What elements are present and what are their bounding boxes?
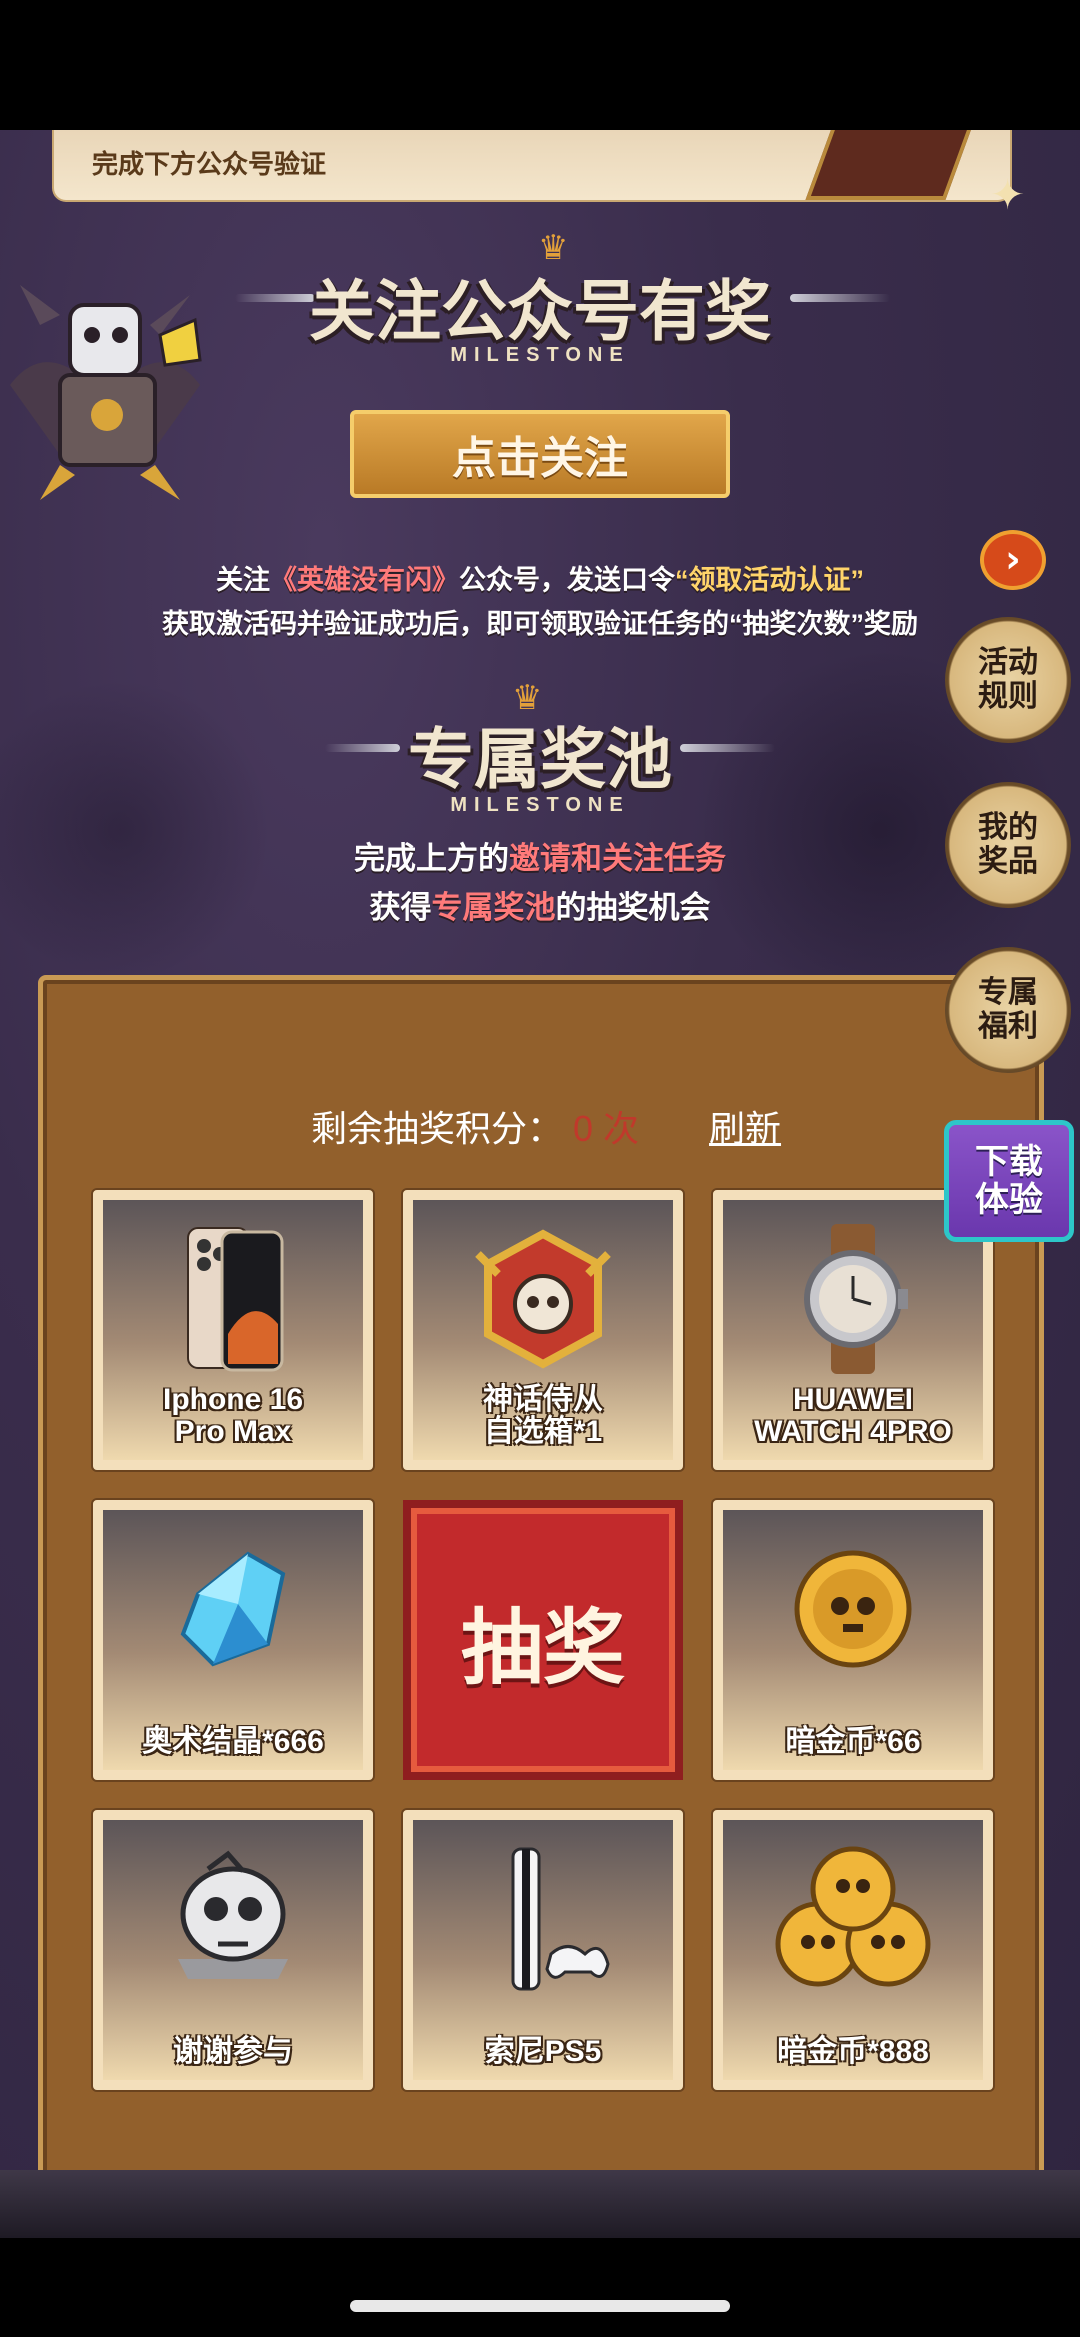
desc-text: 的抽奖机会 xyxy=(555,890,711,925)
activity-rules-button[interactable]: 活动规则 xyxy=(945,617,1071,743)
follow-section-subtitle: MILESTONE xyxy=(450,344,630,366)
exclusive-section-title: 专属奖池 xyxy=(408,722,672,796)
desc-text: 获得 xyxy=(369,890,432,925)
account-name: 《英雄没有闪》 xyxy=(270,565,459,595)
verify-corner-button[interactable] xyxy=(805,130,975,200)
my-prizes-button[interactable]: 我的奖品 xyxy=(945,782,1071,908)
exclusive-benefits-button[interactable]: 专属福利 xyxy=(945,947,1071,1073)
exclusive-desc-line1: 完成上方的邀请和关注任务 xyxy=(0,833,1080,878)
phone-icon xyxy=(187,1227,284,1372)
chest-icon xyxy=(475,1229,611,1369)
highlight-text: 专属奖池 xyxy=(431,890,556,925)
prize-label: 索尼PS5 xyxy=(484,2035,602,2068)
navigation-bar xyxy=(0,2238,1080,2337)
prize-label: 暗金币*66 xyxy=(785,1725,921,1758)
prize-label: Iphone 16 Pro Max xyxy=(162,1383,304,1448)
prize-tile-iphone: Iphone 16 Pro Max xyxy=(93,1190,373,1470)
desc-text: 公众号，发送口令 xyxy=(459,565,675,595)
exclusive-section-subtitle: MILESTONE xyxy=(450,794,630,816)
watch-icon xyxy=(804,1224,908,1374)
prize-tile-coins: 暗金币*888 xyxy=(713,1810,993,2090)
next-arrow-button[interactable]: › xyxy=(980,530,1046,590)
command-text: “领取活动认证” xyxy=(675,565,864,595)
verify-banner[interactable]: 完成下方公众号验证 xyxy=(52,130,1012,202)
prize-tile-ps5: 索尼PS5 xyxy=(403,1810,683,2090)
follow-section-title: 关注公众号有奖 xyxy=(309,274,771,348)
coin-icon xyxy=(794,1550,912,1668)
crystal-icon xyxy=(180,1551,286,1667)
prize-board: 剩余抽奖积分： 0 次 刷新 Iphone 16 Pro Max 神话侍从 自选箱… xyxy=(38,975,1044,2238)
points-label: 剩余抽奖积分： xyxy=(310,1108,563,1149)
status-bar xyxy=(0,0,1080,130)
draw-button[interactable]: 抽奖 xyxy=(403,1500,683,1780)
prize-label: HUAWEI WATCH 4PRO xyxy=(754,1383,952,1448)
refresh-link[interactable]: 刷新 xyxy=(709,1108,781,1149)
console-icon xyxy=(511,1847,610,1991)
coins-icon xyxy=(775,1846,931,1987)
follow-button[interactable]: 点击关注 xyxy=(350,410,730,498)
sparkle-icon: ✦ xyxy=(990,170,1026,219)
verify-text: 完成下方公众号验证 xyxy=(92,149,327,179)
follow-desc-line2: 获取激活码并验证成功后，即可领取验证任务的“抽奖次数”奖励 xyxy=(162,609,918,639)
download-button[interactable]: 下载体验 xyxy=(944,1120,1074,1242)
points-value: 0 次 xyxy=(572,1108,640,1149)
follow-desc-line1: 关注《英雄没有闪》公众号，发送口令“领取活动认证” xyxy=(0,558,1080,597)
prize-tile-crystal: 奥术结晶*666 xyxy=(93,1500,373,1780)
highlight-text: 邀请和关注任务 xyxy=(509,841,726,876)
prize-tile-coin: 暗金币*66 xyxy=(713,1500,993,1780)
desc-text: 关注 xyxy=(216,565,270,595)
skull-icon xyxy=(178,1850,288,1979)
prize-label: 暗金币*888 xyxy=(777,2035,929,2068)
prize-tile-thanks: 谢谢参与 xyxy=(93,1810,373,2090)
exclusive-desc-line2: 获得专属奖池的抽奖机会 xyxy=(0,882,1080,927)
prize-label: 谢谢参与 xyxy=(173,2035,293,2068)
activity-page: 完成下方公众号验证 ✦ ♛ 关注公众号有奖 MILESTONE 点击关注 关注《… xyxy=(0,130,1080,2238)
prize-label: 神话侍从 自选箱*1 xyxy=(483,1383,603,1448)
prize-tile-chest: 神话侍从 自选箱*1 xyxy=(403,1190,683,1470)
floor-decoration xyxy=(0,2170,1080,2238)
desc-text: 完成上方的 xyxy=(354,841,509,876)
home-indicator[interactable] xyxy=(350,2300,730,2312)
points-row: 剩余抽奖积分： 0 次 刷新 xyxy=(43,1100,1049,1152)
prize-label: 奥术结晶*666 xyxy=(142,1725,324,1758)
